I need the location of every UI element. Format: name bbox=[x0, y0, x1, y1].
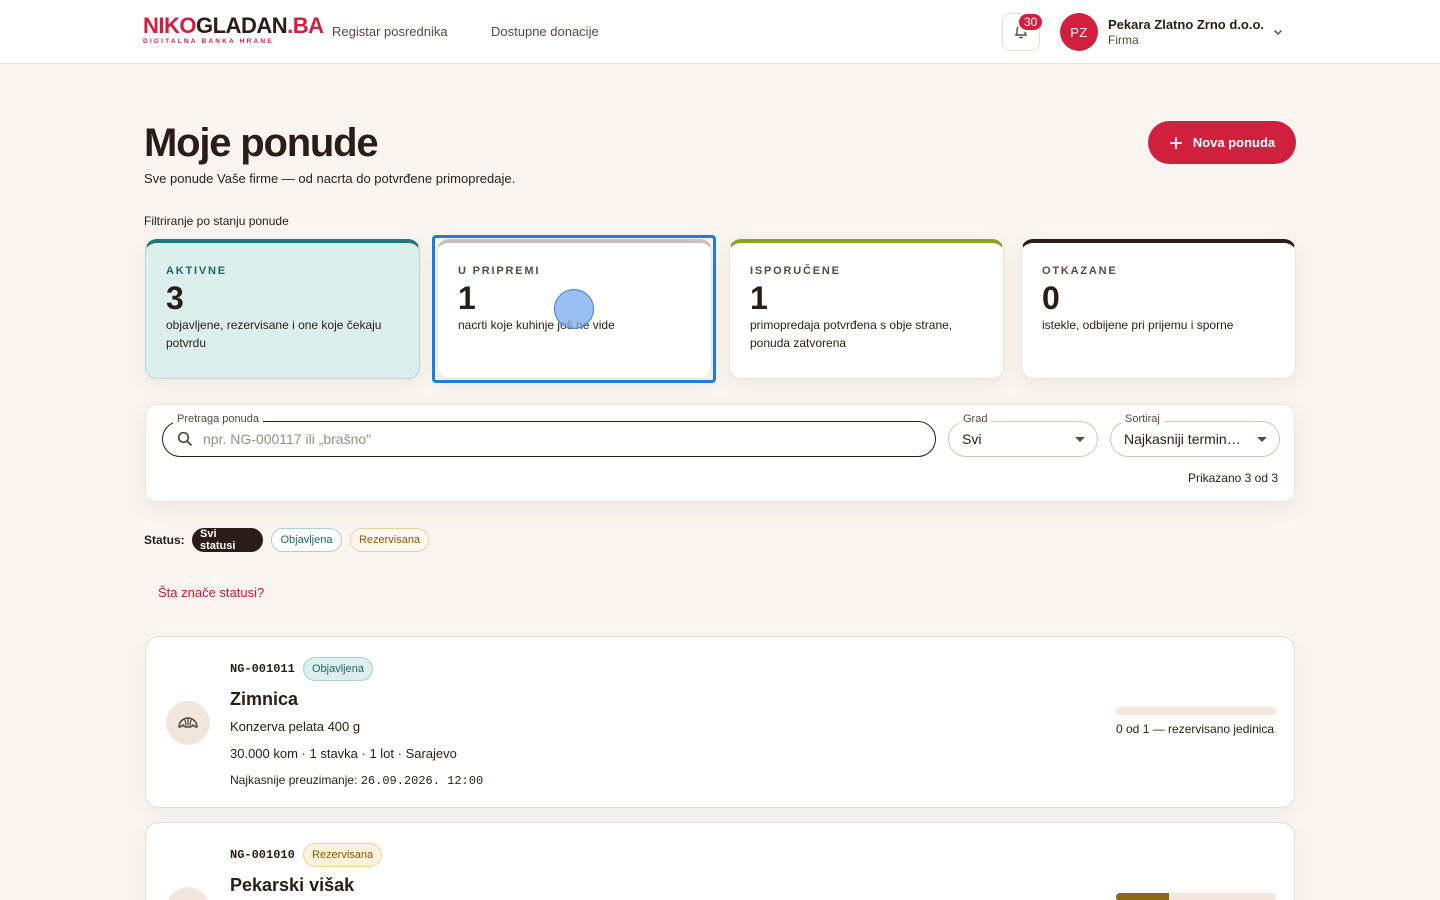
results-count: Prikazano 3 od 3 bbox=[1187, 471, 1278, 485]
nav-registar-posrednika[interactable]: Registar posrednika bbox=[332, 24, 448, 39]
stat-kicker: AKTIVNE bbox=[166, 265, 227, 277]
stat-description: istekle, odbijene pri prijemu i sporne bbox=[1042, 318, 1234, 332]
page-subtitle: Sve ponude Vaše firme — od nacrta do pot… bbox=[144, 171, 516, 186]
status-label: Status: bbox=[144, 533, 185, 547]
status-help-link[interactable]: Šta znače statusi? bbox=[158, 585, 264, 600]
new-offer-button[interactable]: Nova ponuda bbox=[1148, 121, 1296, 164]
reservation-progress bbox=[1116, 893, 1276, 900]
offer-title: Zimnica bbox=[230, 689, 299, 709]
progress-text: 0 od 1 — rezervisano jedinica bbox=[1116, 722, 1275, 736]
offer-card[interactable]: NG-001010 Rezervisana Pekarski višak bbox=[145, 822, 1295, 900]
search-panel: Pretraga ponuda Grad Svi Sortiraj Najkas… bbox=[145, 404, 1295, 502]
stat-count: 0 bbox=[1042, 280, 1060, 316]
sort-value: Najkasniji termin preuzimanja bbox=[1124, 431, 1244, 447]
user-name[interactable]: Pekara Zlatno Zrno d.o.o. bbox=[1108, 17, 1264, 32]
stat-card-otkazane[interactable]: OTKAZANE 0 istekle, odbijene pri prijemu… bbox=[1021, 239, 1296, 379]
stat-description: objavljene, rezervisane i one koje čekaj… bbox=[166, 318, 382, 350]
stat-card-isporucene[interactable]: ISPORUČENE 1 primopredaja potvrđena s ob… bbox=[729, 239, 1004, 379]
stat-description: primopredaja potvrđena s obje strane, po… bbox=[750, 318, 953, 350]
stat-kicker: OTKAZANE bbox=[1042, 265, 1118, 277]
chip-rezervisana[interactable]: Rezervisana bbox=[350, 528, 429, 552]
deadline-value: 26.09.2026. 12:00 bbox=[360, 774, 484, 788]
logo-wordmark: NIKOGLADAN.BA bbox=[143, 13, 324, 38]
progress-fill bbox=[1116, 893, 1169, 900]
stat-count: 3 bbox=[166, 280, 184, 316]
offer-product: Konzerva pelata 400 g bbox=[230, 719, 361, 734]
plus-icon bbox=[1169, 136, 1182, 149]
search-input[interactable] bbox=[203, 422, 923, 455]
stat-card-aktivne[interactable]: AKTIVNE 3 objavljene, rezervisane i one … bbox=[145, 239, 420, 379]
city-value: Svi bbox=[962, 431, 982, 447]
chevron-down-icon[interactable] bbox=[1272, 26, 1284, 38]
caret-down-icon bbox=[1075, 437, 1085, 442]
deadline-label: Najkasnije preuzimanje: bbox=[230, 773, 361, 787]
offer-code: NG-001010 bbox=[230, 848, 295, 862]
logo[interactable]: NIKOGLADAN.BA DIGITALNA BANKA HRANE bbox=[143, 13, 324, 46]
offer-meta: 30.000 kom · 1 stavka · 1 lot · Sarajevo bbox=[230, 746, 457, 761]
city-select[interactable]: Grad Svi bbox=[948, 413, 1098, 457]
stat-kicker: ISPORUČENE bbox=[750, 265, 841, 277]
offer-title: Pekarski višak bbox=[230, 875, 355, 895]
top-bar: NIKOGLADAN.BA DIGITALNA BANKA HRANE Regi… bbox=[0, 0, 1440, 64]
user-role: Firma bbox=[1108, 33, 1139, 47]
nav-dostupne-donacije[interactable]: Dostupne donacije bbox=[491, 24, 599, 39]
filter-label: Filtriranje po stanju ponude bbox=[144, 214, 289, 228]
bread-icon bbox=[166, 887, 210, 900]
chip-svi-statusi[interactable]: Svi statusi bbox=[192, 528, 263, 552]
status-badge: Rezervisana bbox=[303, 843, 383, 867]
status-badge: Objavljena bbox=[303, 657, 373, 681]
offer-card[interactable]: NG-001011 Objavljena Zimnica Konzerva pe… bbox=[145, 636, 1295, 808]
stat-kicker: U PRIPREMI bbox=[458, 265, 541, 277]
offer-code: NG-001011 bbox=[230, 662, 295, 676]
pointer-cursor bbox=[554, 289, 594, 329]
avatar[interactable]: PZ bbox=[1060, 13, 1098, 51]
logo-tagline: DIGITALNA BANKA HRANE bbox=[143, 38, 274, 45]
new-offer-label: Nova ponuda bbox=[1192, 135, 1276, 150]
croissant-icon bbox=[166, 701, 210, 745]
stat-count: 1 bbox=[750, 280, 768, 316]
offer-deadline: Najkasnije preuzimanje: 26.09.2026. 12:0… bbox=[230, 773, 483, 788]
chip-objavljena[interactable]: Objavljena bbox=[271, 528, 342, 552]
search-icon bbox=[177, 431, 193, 447]
reservation-progress bbox=[1116, 707, 1276, 715]
city-label: Grad bbox=[959, 413, 992, 425]
sort-label: Sortiraj bbox=[1121, 413, 1164, 425]
caret-down-icon bbox=[1257, 437, 1267, 442]
page-title: Moje ponude bbox=[144, 121, 379, 165]
notifications-badge: 30 bbox=[1017, 12, 1045, 32]
search-field[interactable]: Pretraga ponuda bbox=[162, 413, 936, 457]
sort-select[interactable]: Sortiraj Najkasniji termin preuzimanja bbox=[1110, 413, 1280, 457]
